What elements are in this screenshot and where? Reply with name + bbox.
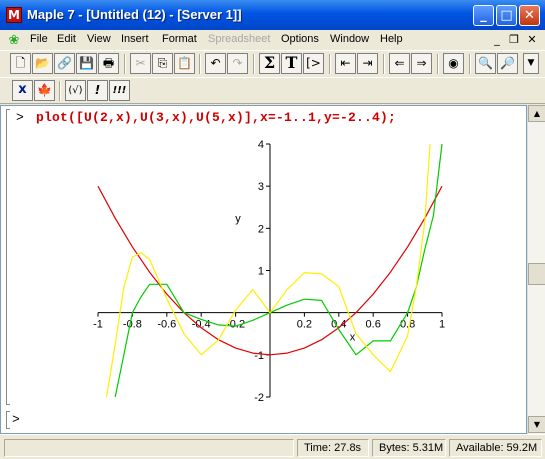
paste-icon[interactable]: 📋 [174,53,195,74]
worksheet[interactable]: > plot([U(2,x),U(3,x),U(5,x)],x=-1..1,y=… [0,105,527,434]
maple-app-icon[interactable]: M [6,7,22,23]
status-time: Time: 27.8s [297,439,369,457]
menu-format[interactable]: Format [162,33,197,45]
empty-prompt[interactable]: > [12,412,20,427]
y-tick-label: 2 [258,223,264,235]
y-tick-label: 3 [258,181,264,193]
y-tick-label: -1 [254,350,264,362]
toolbar-separator [383,54,385,74]
y-tick-label: 1 [258,266,264,278]
menu-help[interactable]: Help [380,33,403,45]
status-bar: Time: 27.8s Bytes: 5.31M Available: 59.2… [0,434,545,459]
toolbar-separator [59,81,61,101]
print-icon[interactable]: 🖶 [98,53,119,74]
status-bytes: Bytes: 5.31M [372,439,446,457]
math-input-icon[interactable]: Σ [259,53,280,74]
back-icon[interactable]: ⇐ [389,53,410,74]
scroll-up-icon[interactable]: ▲ [528,105,545,122]
menu-insert[interactable]: Insert [121,33,149,45]
status-message [4,439,294,457]
toolbar-separator [437,54,439,74]
x-tick-label: 0.6 [366,319,381,331]
forward-icon[interactable]: ⇒ [411,53,432,74]
close-button[interactable]: ✕ [519,5,540,26]
outdent-icon[interactable]: ⇤ [335,53,356,74]
menu-bar: ❀ File Edit View Insert Format Spreadshe… [0,30,545,50]
plot-output[interactable]: -1 -0.8 -0.6 -0.4 -0.2 0.2 0.4 0.6 0.8 1-2-11234x… [1,106,526,406]
open-url-icon[interactable]: 🔗 [54,53,75,74]
new-icon[interactable]: 🗋 [10,53,31,74]
zoom-in-icon[interactable]: 🔍 [475,53,496,74]
scroll-thumb[interactable] [528,263,545,285]
toolbar-overflow-icon[interactable]: ▼ [523,53,539,74]
save-icon[interactable]: 💾 [76,53,97,74]
y-tick-label: 4 [258,139,264,151]
window-title: Maple 7 - [Untitled (12) - [Server 1]] [27,7,242,22]
main-toolbar: 🗋 📂 🔗 💾 🖶 ✂ ⎘ 📋 ↶ ↷ Σ T [> ⇤ ⇥ ⇐ ⇒ ◉ 🔍 🔎… [0,50,545,77]
x-tick-label: -0.6 [157,319,176,331]
minimize-button[interactable]: _ [473,5,494,26]
execute-icon[interactable]: ! [87,80,108,101]
menu-file[interactable]: File [30,33,48,45]
toolbar-separator [253,54,255,74]
menu-options[interactable]: Options [281,33,319,45]
x-tick-label: -0.2 [226,319,245,331]
maximize-button[interactable]: □ [496,5,517,26]
toolbar-separator [124,54,126,74]
zoom-out-icon[interactable]: 🔎 [497,53,518,74]
menu-view[interactable]: View [87,33,111,45]
y-axis-label: y [235,213,241,225]
title-bar: M Maple 7 - [Untitled (12) - [Server 1]]… [0,0,545,30]
menu-edit[interactable]: Edit [57,33,76,45]
context-toolbar: x 🍁 (√) ! !!! [0,77,545,104]
x-tick-label: -0.4 [192,319,211,331]
doc-restore-button[interactable]: ❐ [507,33,521,47]
menu-spreadsheet: Spreadsheet [208,33,271,45]
vertical-scrollbar[interactable]: ▲ ▼ [527,105,545,434]
empty-group-bracket[interactable] [6,411,10,429]
x-axis-label: x [350,332,356,344]
stop-icon[interactable]: ◉ [443,53,464,74]
execution-group-icon[interactable]: [> [303,53,324,74]
toolbar-separator [469,54,471,74]
x-tick-label: 0.2 [297,319,312,331]
series-line-2 [114,143,443,398]
toolbar-separator [329,54,331,74]
cut-icon[interactable]: ✂ [130,53,151,74]
doc-close-button[interactable]: ✕ [525,33,539,47]
x-tick-label: -1 [93,319,103,331]
execute-all-icon[interactable]: !!! [109,80,130,101]
open-icon[interactable]: 📂 [32,53,53,74]
copy-icon[interactable]: ⎘ [152,53,173,74]
document-icon[interactable]: ❀ [6,32,22,48]
x-tick-label: 1 [439,319,445,331]
toolbar-separator [199,54,201,74]
x-tick-label: -0.8 [123,319,142,331]
doc-minimize-button[interactable]: _ [490,33,504,47]
menu-window[interactable]: Window [330,33,369,45]
math-mode-x-icon[interactable]: x [12,80,33,101]
scroll-down-icon[interactable]: ▼ [528,416,545,433]
status-available: Available: 59.2M [449,439,542,457]
redo-icon[interactable]: ↷ [227,53,248,74]
text-input-icon[interactable]: T [281,53,302,74]
check-syntax-icon[interactable]: (√) [65,80,86,101]
maple-leaf-icon[interactable]: 🍁 [34,80,55,101]
undo-icon[interactable]: ↶ [205,53,226,74]
y-tick-label: -2 [254,392,264,404]
indent-icon[interactable]: ⇥ [357,53,378,74]
